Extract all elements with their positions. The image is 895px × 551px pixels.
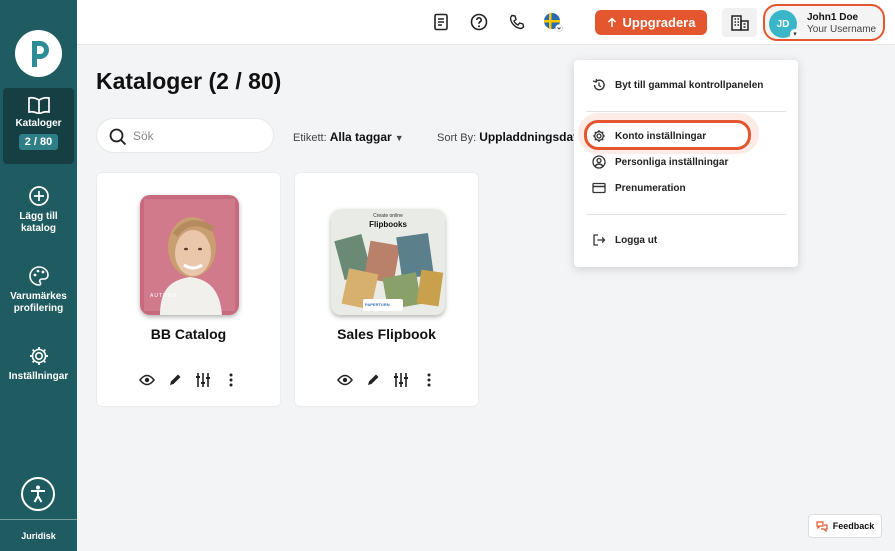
menu-item-label: Prenumeration: [615, 182, 686, 194]
tag-filter-dropdown[interactable]: Etikett: Alla taggar ▼: [293, 130, 404, 144]
sidebar-divider: [0, 519, 77, 520]
caret-down-icon: ▼: [394, 133, 404, 143]
user-name: John1 Doe: [807, 12, 859, 23]
upgrade-label: Uppgradera: [622, 15, 696, 30]
chevron-down-icon: ▾: [790, 29, 800, 39]
book-icon: [27, 96, 50, 114]
sidebar-item-kataloger[interactable]: Kataloger 2 / 80: [3, 88, 74, 164]
search-box: [96, 118, 274, 153]
search-input[interactable]: [133, 127, 263, 145]
user-username: Your Username: [807, 24, 877, 35]
settings-sliders-icon[interactable]: [194, 371, 212, 389]
help-icon[interactable]: [469, 12, 489, 32]
app-logo[interactable]: [15, 30, 62, 77]
edit-pencil-icon[interactable]: [166, 371, 184, 389]
menu-item-label: Byt till gammal kontrollpanelen: [615, 79, 764, 91]
sidebar-item-add-catalog[interactable]: Lägg till katalog: [3, 185, 74, 235]
thumbnail-heading: Flipbooks: [369, 220, 407, 229]
sort-label: Sort By:: [437, 132, 477, 144]
search-icon: [109, 128, 127, 146]
catalog-card[interactable]: Create online Flipbooks PAPERTURN Sales …: [294, 172, 479, 407]
palette-icon: [28, 266, 49, 286]
sidebar-item-label: Varumärkes profilering: [10, 291, 67, 314]
menu-item-account-settings[interactable]: Konto inställningar: [592, 129, 706, 143]
thumbnail-brand: PAPERTURN: [365, 302, 390, 307]
sidebar-item-settings[interactable]: Inställningar: [3, 345, 74, 383]
edit-pencil-icon[interactable]: [364, 371, 382, 389]
catalog-title: Sales Flipbook: [337, 326, 436, 342]
arrow-up-icon: [607, 17, 616, 27]
sidebar: Kataloger 2 / 80 Lägg till katalog Varum…: [0, 0, 77, 551]
more-vertical-icon[interactable]: [420, 371, 438, 389]
plus-circle-icon: [28, 186, 49, 206]
menu-item-personal-settings[interactable]: Personliga inställningar: [592, 155, 728, 169]
preview-eye-icon[interactable]: [336, 371, 354, 389]
tag-filter-value: Alla taggar: [329, 130, 392, 144]
feedback-icon: [816, 521, 828, 532]
catalog-thumbnail[interactable]: AUTUMN: [140, 195, 239, 315]
user-dropdown-menu: Byt till gammal kontrollpanelen Konto in…: [574, 60, 798, 267]
thumbnail-caption: AUTUMN: [150, 293, 178, 299]
user-circle-icon: [592, 155, 606, 169]
thumbnail-subheading: Create online: [373, 213, 403, 219]
catalog-card[interactable]: AUTUMN BB Catalog: [96, 172, 281, 407]
phone-icon[interactable]: [507, 12, 527, 32]
sidebar-item-branding[interactable]: Varumärkes profilering: [3, 265, 74, 315]
logout-icon: [592, 233, 606, 247]
legal-link[interactable]: Juridisk: [0, 531, 77, 541]
organization-button[interactable]: [722, 8, 757, 37]
menu-item-subscription[interactable]: Prenumeration: [592, 181, 686, 195]
document-icon[interactable]: [431, 12, 451, 32]
sidebar-item-label: Kataloger: [15, 118, 62, 129]
menu-divider: [586, 111, 786, 112]
more-vertical-icon[interactable]: [222, 371, 240, 389]
page-title: Kataloger (2 / 80): [96, 68, 282, 94]
menu-item-label: Personliga inställningar: [615, 156, 729, 168]
menu-item-label: Konto inställningar: [615, 130, 707, 142]
settings-sliders-icon[interactable]: [392, 371, 410, 389]
menu-item-logout[interactable]: Logga ut: [592, 233, 657, 247]
building-icon: [730, 14, 749, 31]
gear-icon: [29, 347, 48, 365]
preview-eye-icon[interactable]: [138, 371, 156, 389]
menu-item-old-dashboard[interactable]: Byt till gammal kontrollpanelen: [592, 78, 763, 92]
catalog-actions: [295, 371, 478, 389]
feedback-label: Feedback: [832, 521, 875, 531]
sidebar-item-label: Lägg till katalog: [19, 211, 58, 234]
history-icon: [592, 78, 606, 92]
menu-divider: [586, 214, 786, 215]
catalog-thumbnail[interactable]: Create online Flipbooks PAPERTURN: [331, 209, 445, 315]
catalog-count-badge: 2 / 80: [18, 134, 59, 150]
catalog-title: BB Catalog: [150, 326, 227, 342]
upgrade-button[interactable]: Uppgradera: [595, 10, 707, 35]
sort-value: Uppladdningsdat: [479, 130, 578, 144]
gear-icon: [592, 129, 606, 143]
sort-dropdown[interactable]: Sort By: Uppladdningsdat: [437, 130, 577, 144]
catalog-actions: [97, 371, 280, 389]
top-bar: Uppgradera JD ▾ John1 Doe Your Username: [77, 0, 895, 45]
language-flag-icon[interactable]: [543, 12, 563, 32]
feedback-button[interactable]: Feedback: [808, 514, 882, 538]
menu-item-label: Logga ut: [615, 234, 658, 246]
credit-card-icon: [592, 181, 606, 195]
logo-icon: [31, 40, 49, 67]
accessibility-icon: [31, 485, 45, 503]
tag-filter-label: Etikett:: [293, 132, 327, 144]
user-menu-button[interactable]: JD ▾ John1 Doe Your Username: [763, 4, 885, 41]
accessibility-button[interactable]: [21, 477, 55, 511]
sidebar-item-label: Inställningar: [8, 371, 69, 382]
